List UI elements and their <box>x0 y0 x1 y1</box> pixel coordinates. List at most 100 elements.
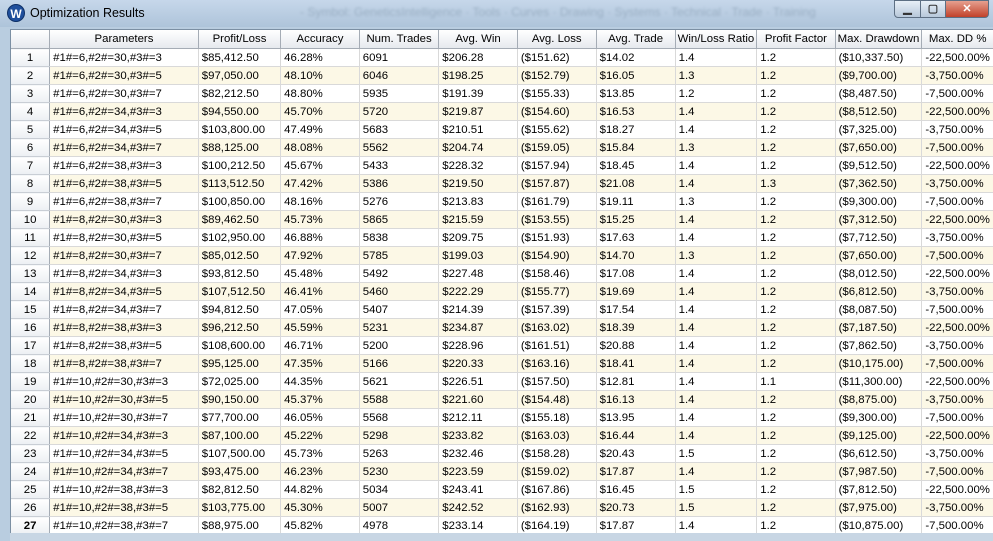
cell-profit-factor[interactable]: 1.2 <box>756 66 836 85</box>
cell-avg-win[interactable]: $227.48 <box>438 264 518 283</box>
cell-parameters[interactable]: #1#=10,#2#=38,#3#=5 <box>49 498 199 517</box>
cell-avg-trade[interactable]: $16.13 <box>596 390 676 409</box>
column-header-avg-win[interactable]: Avg. Win <box>438 30 518 49</box>
cell-profit-factor[interactable]: 1.2 <box>756 444 836 463</box>
cell-accuracy[interactable]: 48.16% <box>280 192 360 211</box>
cell-accuracy[interactable]: 45.82% <box>280 516 360 535</box>
row-number[interactable]: 18 <box>11 354 51 373</box>
cell-win-loss-ratio[interactable]: 1.4 <box>675 300 758 319</box>
cell-profit-loss[interactable]: $85,412.50 <box>198 48 282 67</box>
cell-max-drawdown[interactable]: ($7,650.00) <box>835 138 923 157</box>
cell-avg-win[interactable]: $223.59 <box>438 462 518 481</box>
cell-max-drawdown[interactable]: ($10,337.50) <box>835 48 923 67</box>
cell-profit-factor[interactable]: 1.2 <box>756 426 836 445</box>
cell-accuracy[interactable]: 45.48% <box>280 264 360 283</box>
cell-avg-loss[interactable]: ($154.90) <box>517 246 597 265</box>
cell-parameters[interactable]: #1#=10,#2#=38,#3#=3 <box>49 480 199 499</box>
table-row[interactable]: 14 #1#=8,#2#=34,#3#=5 $107,512.50 46.41% 546… <box>11 282 993 301</box>
cell-profit-loss[interactable]: $108,600.00 <box>198 336 282 355</box>
cell-avg-loss[interactable]: ($158.46) <box>517 264 597 283</box>
table-row[interactable]: 25 #1#=10,#2#=38,#3#=3 $82,812.50 44.82% 503… <box>11 480 993 499</box>
cell-accuracy[interactable]: 45.59% <box>280 318 360 337</box>
cell-avg-trade[interactable]: $15.25 <box>596 210 676 229</box>
cell-num-trades[interactable]: 4978 <box>359 516 440 535</box>
cell-max-drawdown[interactable]: ($8,087.50) <box>835 300 923 319</box>
cell-avg-trade[interactable]: $13.85 <box>596 84 676 103</box>
cell-avg-win[interactable]: $210.51 <box>438 120 518 139</box>
table-row[interactable]: 16 #1#=8,#2#=38,#3#=3 $96,212.50 45.59% 5231… <box>11 318 993 337</box>
cell-avg-loss[interactable]: ($153.55) <box>517 210 597 229</box>
cell-num-trades[interactable]: 5568 <box>359 408 440 427</box>
row-number[interactable]: 20 <box>11 390 51 409</box>
cell-avg-loss[interactable]: ($157.50) <box>517 372 597 391</box>
cell-avg-loss[interactable]: ($158.28) <box>517 444 597 463</box>
cell-max-dd[interactable]: -22,500.00% <box>921 480 993 499</box>
table-row[interactable]: 4 #1#=6,#2#=34,#3#=3 $94,550.00 45.70% 5720 $… <box>11 102 993 121</box>
cell-max-drawdown[interactable]: ($9,300.00) <box>835 408 923 427</box>
cell-avg-win[interactable]: $220.33 <box>438 354 518 373</box>
cell-accuracy[interactable]: 47.35% <box>280 354 360 373</box>
cell-win-loss-ratio[interactable]: 1.3 <box>675 138 758 157</box>
table-row[interactable]: 15 #1#=8,#2#=34,#3#=7 $94,812.50 47.05% 5407… <box>11 300 993 319</box>
cell-max-dd[interactable]: -22,500.00% <box>921 156 993 175</box>
cell-win-loss-ratio[interactable]: 1.4 <box>675 354 758 373</box>
cell-max-drawdown[interactable]: ($9,125.00) <box>835 426 923 445</box>
cell-avg-win[interactable]: $199.03 <box>438 246 518 265</box>
cell-profit-factor[interactable]: 1.2 <box>756 246 836 265</box>
cell-max-dd[interactable]: -7,500.00% <box>921 408 993 427</box>
cell-profit-loss[interactable]: $95,125.00 <box>198 354 282 373</box>
cell-avg-loss[interactable]: ($157.94) <box>517 156 597 175</box>
cell-profit-loss[interactable]: $85,012.50 <box>198 246 282 265</box>
cell-avg-trade[interactable]: $16.44 <box>596 426 676 445</box>
cell-max-dd[interactable]: -3,750.00% <box>921 66 993 85</box>
cell-profit-factor[interactable]: 1.2 <box>756 462 836 481</box>
cell-accuracy[interactable]: 45.37% <box>280 390 360 409</box>
cell-max-drawdown[interactable]: ($8,512.50) <box>835 102 923 121</box>
cell-avg-win[interactable]: $232.46 <box>438 444 518 463</box>
row-number[interactable]: 27 <box>11 516 51 535</box>
cell-max-dd[interactable]: -22,500.00% <box>921 426 993 445</box>
cell-avg-win[interactable]: $212.11 <box>438 408 518 427</box>
cell-profit-factor[interactable]: 1.2 <box>756 102 836 121</box>
row-number[interactable]: 13 <box>11 264 51 283</box>
cell-max-dd[interactable]: -22,500.00% <box>921 48 993 67</box>
cell-parameters[interactable]: #1#=6,#2#=38,#3#=3 <box>49 156 199 175</box>
cell-profit-loss[interactable]: $94,812.50 <box>198 300 282 319</box>
cell-profit-loss[interactable]: $89,462.50 <box>198 210 282 229</box>
row-number[interactable]: 19 <box>11 372 51 391</box>
cell-max-dd[interactable]: -7,500.00% <box>921 516 993 535</box>
cell-max-drawdown[interactable]: ($6,812.50) <box>835 282 923 301</box>
cell-max-drawdown[interactable]: ($9,300.00) <box>835 192 923 211</box>
cell-avg-win[interactable]: $226.51 <box>438 372 518 391</box>
row-number[interactable]: 17 <box>11 336 51 355</box>
cell-accuracy[interactable]: 45.67% <box>280 156 360 175</box>
cell-profit-factor[interactable]: 1.2 <box>756 516 836 535</box>
cell-max-dd[interactable]: -3,750.00% <box>921 498 993 517</box>
column-header-profit-factor[interactable]: Profit Factor <box>756 30 836 49</box>
cell-parameters[interactable]: #1#=6,#2#=38,#3#=5 <box>49 174 199 193</box>
cell-win-loss-ratio[interactable]: 1.2 <box>675 84 758 103</box>
cell-avg-loss[interactable]: ($159.05) <box>517 138 597 157</box>
cell-parameters[interactable]: #1#=8,#2#=34,#3#=3 <box>49 264 199 283</box>
cell-profit-loss[interactable]: $82,212.50 <box>198 84 282 103</box>
cell-parameters[interactable]: #1#=8,#2#=38,#3#=3 <box>49 318 199 337</box>
cell-profit-factor[interactable]: 1.2 <box>756 282 836 301</box>
cell-max-drawdown[interactable]: ($7,975.00) <box>835 498 923 517</box>
cell-profit-loss[interactable]: $93,475.00 <box>198 462 282 481</box>
cell-parameters[interactable]: #1#=6,#2#=34,#3#=5 <box>49 120 199 139</box>
row-number[interactable]: 2 <box>11 66 51 85</box>
cell-win-loss-ratio[interactable]: 1.4 <box>675 264 758 283</box>
cell-max-dd[interactable]: -22,500.00% <box>921 372 993 391</box>
cell-avg-win[interactable]: $215.59 <box>438 210 518 229</box>
cell-num-trades[interactable]: 5785 <box>359 246 440 265</box>
cell-num-trades[interactable]: 5230 <box>359 462 440 481</box>
cell-num-trades[interactable]: 5200 <box>359 336 440 355</box>
cell-profit-factor[interactable]: 1.2 <box>756 300 836 319</box>
cell-parameters[interactable]: #1#=8,#2#=38,#3#=5 <box>49 336 199 355</box>
cell-max-drawdown[interactable]: ($11,300.00) <box>835 372 923 391</box>
cell-profit-loss[interactable]: $102,950.00 <box>198 228 282 247</box>
cell-max-dd[interactable]: -22,500.00% <box>921 264 993 283</box>
cell-max-drawdown[interactable]: ($7,650.00) <box>835 246 923 265</box>
cell-avg-trade[interactable]: $15.84 <box>596 138 676 157</box>
cell-avg-win[interactable]: $213.83 <box>438 192 518 211</box>
